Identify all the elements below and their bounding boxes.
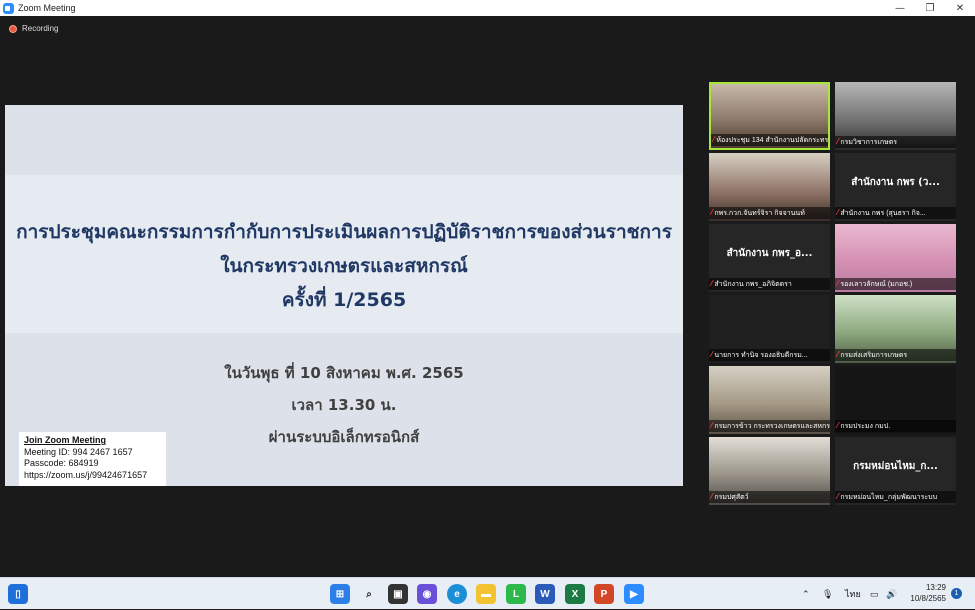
- participant-name-label: ⁄ กรมประมง กมป.: [835, 420, 956, 432]
- microphone-icon[interactable]: 🎙: [822, 578, 833, 610]
- slide-title-line3: ครั้งที่ 1/2565: [281, 289, 407, 311]
- participant-name-label: ⁄ สำนักงาน กพร_อภิจิตตรา: [709, 278, 830, 290]
- recording-indicator[interactable]: Recording: [9, 24, 58, 33]
- participant-display-name: สำนักงาน กพร (ว...: [851, 177, 940, 188]
- participant-name: กรมประมง กมป.: [840, 423, 891, 430]
- participant-name: รองเลาวลักษณ์ (มกอช.): [840, 281, 913, 288]
- participant-gallery: ⁄ ห้องประชุม 134 สำนักงานปลัดกระทรวง ⁄ กรมว…: [709, 82, 956, 512]
- participant-name: ห้องประชุม 134 สำนักงานปลัดกระทรวง: [716, 137, 828, 144]
- clock-date: 10/8/2565: [910, 594, 946, 603]
- edge-icon[interactable]: e: [447, 584, 467, 604]
- muted-mic-icon: ⁄: [711, 279, 713, 288]
- participant-tile[interactable]: กรมหม่อนไหม_ก... ⁄ กรมหม่อนไหม_กลุ่มพัฒนาร…: [835, 437, 956, 505]
- zoom-app-icon: [3, 2, 14, 14]
- file-explorer-icon[interactable]: ▬: [476, 584, 496, 604]
- shared-screen-slide: การประชุมคณะกรรมการกำกับการประเมินผลการป…: [5, 105, 683, 486]
- participant-name: กรมส่งเสริมการเกษตร: [840, 352, 908, 359]
- participant-tile[interactable]: สำนักงาน กพร (ว... ⁄ สำนักงาน กพร (สุนธรา …: [835, 153, 956, 221]
- participant-tile[interactable]: ⁄ นายการ ทำนิจ รองอธิบดีกรม...: [709, 295, 830, 363]
- participant-name: กรมหม่อนไหม_กลุ่มพัฒนาระบบ: [840, 494, 938, 501]
- desktop-icon[interactable]: ▯: [8, 584, 28, 604]
- powerpoint-icon[interactable]: P: [594, 584, 614, 604]
- muted-mic-icon: ⁄: [837, 137, 839, 146]
- participant-tile[interactable]: ⁄ กรมการข้าว กระทรวงเกษตรและสหกรณ์: [709, 366, 830, 434]
- participant-name: นายการ ทำนิจ รองอธิบดีกรม...: [714, 352, 808, 359]
- muted-mic-icon: ⁄: [837, 350, 839, 359]
- muted-mic-icon: ⁄: [711, 492, 713, 501]
- meeting-stage: Recording การประชุมคณะกรรมการกำกับการประ…: [0, 16, 975, 577]
- participant-name-label: ⁄ รองเลาวลักษณ์ (มกอช.): [835, 278, 956, 290]
- muted-mic-icon: ⁄: [837, 492, 839, 501]
- slide-title: การประชุมคณะกรรมการกำกับการประเมินผลการป…: [5, 215, 683, 317]
- participant-name-label: ⁄ กรมการข้าว กระทรวงเกษตรและสหกรณ์: [709, 420, 830, 432]
- word-icon[interactable]: W: [535, 584, 555, 604]
- maximize-button[interactable]: ❐: [915, 0, 945, 16]
- search-icon[interactable]: ⌕: [359, 584, 379, 604]
- muted-mic-icon: ⁄: [837, 421, 839, 430]
- excel-icon[interactable]: X: [565, 584, 585, 604]
- system-clock[interactable]: 13:29 10/8/2565: [906, 582, 946, 604]
- windows-taskbar: ▯ ⊞ ⌕ ▣ ◉ e ▬ L W X P ▶ ⌃ 🎙 ไทย ▭ 🔊 13:2…: [0, 577, 975, 609]
- recording-label: Recording: [22, 24, 59, 33]
- clock-time: 13:29: [925, 583, 946, 592]
- participant-tile[interactable]: ⁄ กรมปศุสัตว์: [709, 437, 830, 505]
- join-heading: Join Zoom Meeting: [24, 435, 106, 445]
- tray-chevron-icon[interactable]: ⌃: [802, 578, 810, 610]
- slide-date: ในวันพุธ ที่ 10 สิงหาคม พ.ศ. 2565: [224, 364, 464, 382]
- participant-name: กรมการข้าว กระทรวงเกษตรและสหกรณ์: [714, 423, 830, 430]
- participant-name: สำนักงาน กพร (สุนธรา กิจ...: [840, 210, 926, 217]
- close-button[interactable]: ✕: [945, 0, 975, 16]
- muted-mic-icon: ⁄: [711, 350, 713, 359]
- participant-name-label: ⁄ ห้องประชุม 134 สำนักงานปลัดกระทรวง: [711, 134, 828, 146]
- participant-name-label: ⁄ สำนักงาน กพร (สุนธรา กิจ...: [835, 207, 956, 219]
- teams-chat-icon[interactable]: ◉: [417, 584, 437, 604]
- participant-name-label: ⁄ กรมปศุสัตว์: [709, 491, 830, 503]
- volume-icon[interactable]: 🔊: [886, 578, 897, 610]
- muted-mic-icon: ⁄: [713, 135, 715, 144]
- participant-name-label: ⁄ กรมส่งเสริมการเกษตร: [835, 349, 956, 361]
- participant-name: กรมวิชาการเกษตร: [840, 139, 898, 146]
- participant-tile[interactable]: ⁄ กรมส่งเสริมการเกษตร: [835, 295, 956, 363]
- start-icon[interactable]: ⊞: [330, 584, 350, 604]
- participant-name: กพร.กวก.จันทร์จิรา กิจจานนท์: [714, 210, 805, 217]
- muted-mic-icon: ⁄: [837, 208, 839, 217]
- participant-tile[interactable]: ⁄ ห้องประชุม 134 สำนักงานปลัดกระทรวง: [709, 82, 830, 150]
- muted-mic-icon: ⁄: [711, 421, 713, 430]
- network-icon[interactable]: ▭: [870, 578, 879, 610]
- participant-tile[interactable]: ⁄ กรมวิชาการเกษตร: [835, 82, 956, 150]
- participant-name-label: ⁄ กรมหม่อนไหม_กลุ่มพัฒนาระบบ: [835, 491, 956, 503]
- slide-time: เวลา 13.30 น.: [291, 396, 397, 414]
- participant-tile[interactable]: ⁄ กพร.กวก.จันทร์จิรา กิจจานนท์: [709, 153, 830, 221]
- muted-mic-icon: ⁄: [837, 279, 839, 288]
- join-info-box: Join Zoom Meeting Meeting ID: 994 2467 1…: [19, 432, 166, 486]
- title-bar: Zoom Meeting — ❐ ✕: [0, 0, 975, 16]
- participant-tile[interactable]: ⁄ รองเลาวลักษณ์ (มกอช.): [835, 224, 956, 292]
- minimize-button[interactable]: —: [885, 0, 915, 16]
- join-url: https://zoom.us/j/99424671657: [24, 469, 148, 480]
- zoom-taskbar-icon[interactable]: ▶: [624, 584, 644, 604]
- window-title: Zoom Meeting: [18, 3, 76, 13]
- meeting-id: Meeting ID: 994 2467 1657: [24, 446, 133, 457]
- notification-badge[interactable]: 1: [951, 588, 962, 599]
- participant-display-name: กรมหม่อนไหม_ก...: [853, 461, 938, 472]
- language-indicator[interactable]: ไทย: [845, 578, 861, 610]
- participant-display-name: สำนักงาน กพร_อ...: [726, 248, 813, 259]
- participant-name-label: ⁄ กพร.กวก.จันทร์จิรา กิจจานนท์: [709, 207, 830, 219]
- muted-mic-icon: ⁄: [711, 208, 713, 217]
- line-app-icon[interactable]: L: [506, 584, 526, 604]
- participant-name-label: ⁄ นายการ ทำนิจ รองอธิบดีกรม...: [709, 349, 830, 361]
- participant-name: สำนักงาน กพร_อภิจิตตรา: [714, 281, 792, 288]
- participant-tile[interactable]: สำนักงาน กพร_อ... ⁄ สำนักงาน กพร_อภิจิตตรา: [709, 224, 830, 292]
- passcode: Passcode: 684919: [24, 458, 99, 468]
- slide-title-line2: ในกระทรวงเกษตรและสหกรณ์: [220, 255, 468, 277]
- participant-name: กรมปศุสัตว์: [714, 494, 749, 501]
- participant-name-label: ⁄ กรมวิชาการเกษตร: [835, 136, 956, 148]
- slide-title-line1: การประชุมคณะกรรมการกำกับการประเมินผลการป…: [16, 221, 672, 243]
- recording-dot-icon: [9, 24, 17, 33]
- task-view-icon[interactable]: ▣: [388, 584, 408, 604]
- participant-tile[interactable]: ⁄ กรมประมง กมป.: [835, 366, 956, 434]
